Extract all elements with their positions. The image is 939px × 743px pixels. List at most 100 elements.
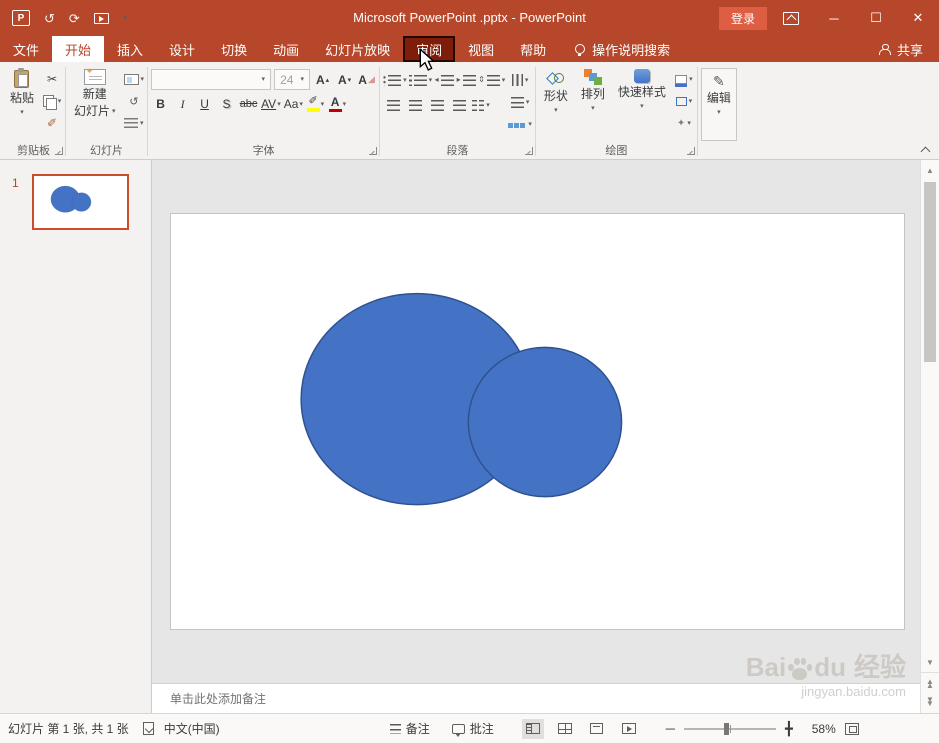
clear-formatting-button[interactable]: A ◢: [357, 70, 376, 90]
increase-indent-button[interactable]: ▸: [456, 70, 476, 90]
reset-button[interactable]: ↺: [124, 91, 145, 111]
tab-help[interactable]: 帮助: [507, 36, 559, 62]
slide-canvas[interactable]: [152, 160, 920, 683]
tab-transitions[interactable]: 切换: [208, 36, 260, 62]
collapse-ribbon-icon[interactable]: [921, 145, 929, 153]
chevron-down-icon: ▾: [57, 97, 62, 105]
layout-button[interactable]: ▾: [123, 69, 144, 89]
align-center-button[interactable]: [405, 95, 425, 115]
tab-file[interactable]: 文件: [0, 36, 52, 62]
scrollbar-track[interactable]: [921, 178, 939, 654]
clipboard-dialog-launcher-icon[interactable]: [55, 147, 64, 155]
slide-sorter-view-button[interactable]: [554, 719, 576, 739]
grow-font-icon: A: [315, 72, 325, 87]
font-name-combo[interactable]: ▾: [151, 69, 272, 90]
shrink-font-button[interactable]: A ▾: [335, 70, 354, 90]
slide-thumbnail[interactable]: [32, 174, 129, 230]
change-case-button[interactable]: Aa ▾: [284, 94, 303, 114]
start-slideshow-icon[interactable]: [93, 12, 109, 24]
bold-button[interactable]: B: [151, 94, 170, 114]
share-button[interactable]: 共享: [879, 36, 939, 62]
slideshow-view-button[interactable]: [618, 719, 640, 739]
grow-font-button[interactable]: A ▴: [313, 70, 332, 90]
underline-button[interactable]: U: [195, 94, 214, 114]
tab-insert[interactable]: 插入: [104, 36, 156, 62]
ribbon-home: 粘贴 ▾ ✂ ▾ ✐ 剪贴板 新建 幻灯片▾: [0, 62, 939, 160]
notes-toggle[interactable]: 备注: [389, 720, 430, 737]
shapes-button[interactable]: 形状 ▾: [539, 65, 573, 141]
shape-effects-button[interactable]: ✦ ▾: [674, 113, 694, 133]
text-highlight-color-button[interactable]: ✐ ▾: [306, 94, 325, 114]
cut-button[interactable]: ✂: [42, 69, 62, 89]
undo-icon[interactable]: ↺: [44, 12, 55, 25]
new-slide-button[interactable]: 新建 幻灯片▾: [69, 65, 121, 141]
fit-slide-to-window-icon[interactable]: [844, 722, 859, 735]
zoom-out-button[interactable]: ─: [666, 722, 675, 735]
quick-access-toolbar-menu-icon[interactable]: ▾: [123, 14, 127, 22]
character-spacing-button[interactable]: AV ▾: [261, 94, 281, 114]
normal-view-button[interactable]: [521, 718, 544, 739]
tell-me-search[interactable]: 操作说明搜索: [575, 36, 670, 62]
vertical-scrollbar[interactable]: ▲ ▼ ▲ ▲ ▼ ▼: [920, 160, 939, 713]
scrollbar-thumb[interactable]: [924, 182, 936, 362]
align-right-button[interactable]: [427, 95, 447, 115]
paste-button[interactable]: 粘贴 ▾: [5, 65, 39, 141]
previous-slide-button[interactable]: ▲ ▲: [926, 675, 934, 693]
ribbon-display-options-icon[interactable]: [783, 11, 799, 25]
align-left-button[interactable]: [383, 95, 403, 115]
person-icon: [879, 43, 892, 55]
zoom-slider[interactable]: [683, 722, 776, 735]
comments-toggle[interactable]: 批注: [451, 720, 494, 737]
close-button[interactable]: ✕: [897, 0, 939, 36]
copy-button[interactable]: ▾: [42, 91, 62, 111]
font-dialog-launcher-icon[interactable]: [369, 147, 378, 155]
shape-fill-button[interactable]: ▾: [674, 69, 694, 89]
copy-icon: [42, 94, 57, 110]
convert-smartart-button[interactable]: ▾: [508, 114, 532, 134]
slide-shapes[interactable]: [171, 214, 904, 629]
minimize-button[interactable]: ─: [813, 0, 855, 36]
slide[interactable]: [170, 213, 905, 630]
drawing-dialog-launcher-icon[interactable]: [686, 147, 695, 155]
accessibility-check-icon[interactable]: [142, 722, 154, 735]
format-painter-button[interactable]: ✐: [42, 113, 62, 133]
tab-view[interactable]: 视图: [455, 36, 507, 62]
zoom-level[interactable]: 58%: [802, 722, 836, 736]
align-text-button[interactable]: ▾: [508, 92, 532, 112]
section-button[interactable]: ▾: [124, 113, 145, 133]
text-shadow-button[interactable]: S: [217, 94, 236, 114]
next-slide-button[interactable]: ▼ ▼: [926, 693, 934, 711]
shrink-font-icon: A: [337, 72, 347, 87]
zoom-slider-handle[interactable]: [724, 722, 730, 735]
paragraph-dialog-launcher-icon[interactable]: [524, 147, 533, 155]
quick-styles-button[interactable]: 快速样式 ▾: [613, 65, 671, 141]
tab-home[interactable]: 开始: [52, 36, 105, 62]
italic-button[interactable]: I: [173, 94, 192, 114]
new-slide-icon: [83, 66, 106, 85]
strikethrough-button[interactable]: abc: [239, 94, 258, 114]
arrange-button[interactable]: 排列 ▾: [576, 65, 610, 141]
line-spacing-button[interactable]: ⇕ ▾: [478, 70, 505, 90]
justify-button[interactable]: [449, 95, 469, 115]
text-direction-button[interactable]: ▾: [508, 70, 532, 90]
tab-slideshow[interactable]: 幻灯片放映: [312, 36, 403, 62]
tab-design[interactable]: 设计: [156, 36, 208, 62]
maximize-button[interactable]: ☐: [855, 0, 897, 36]
shape-outline-button[interactable]: ▾: [674, 91, 694, 111]
scroll-up-icon[interactable]: ▲: [926, 162, 934, 178]
decrease-indent-button[interactable]: ◂: [434, 70, 454, 90]
font-size-combo[interactable]: 24 ▾: [274, 69, 311, 90]
columns-icon: [472, 99, 478, 111]
language-indicator[interactable]: 中文(中国): [164, 720, 220, 737]
redo-icon[interactable]: ⟳: [69, 12, 80, 25]
reading-view-button[interactable]: [586, 719, 608, 739]
tab-animations[interactable]: 动画: [260, 36, 312, 62]
zoom-in-button[interactable]: ╋: [785, 722, 793, 735]
slide-info[interactable]: 幻灯片 第 1 张, 共 1 张: [8, 720, 129, 737]
editing-button[interactable]: ✎ 编辑 ▾: [700, 68, 737, 141]
sign-in-button[interactable]: 登录: [718, 6, 767, 30]
bullets-button[interactable]: ▾: [383, 70, 407, 90]
columns-button[interactable]: ▾: [471, 95, 491, 115]
scroll-down-icon[interactable]: ▼: [926, 654, 934, 670]
font-color-button[interactable]: A ▾: [328, 94, 347, 114]
